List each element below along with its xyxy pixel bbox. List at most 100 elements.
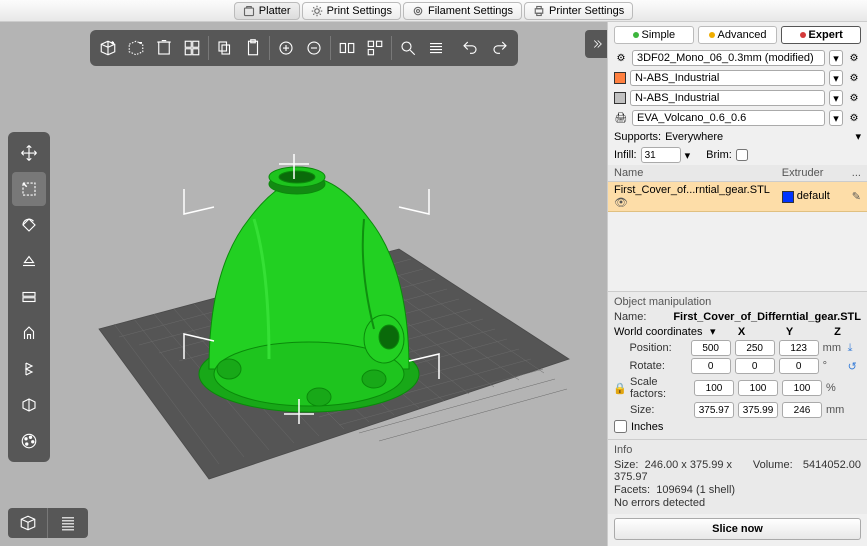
scale-x-input[interactable] <box>694 380 734 396</box>
printer-preset-row: 🖨 EVA_Volcano_0.6_0.6 ▾ ⚙ <box>608 108 867 128</box>
info-panel: Info Size: 246.00 x 375.99 x 375.97 Volu… <box>608 439 867 514</box>
rotate-tool[interactable] <box>12 208 46 242</box>
rotate-label: Rotate: <box>629 360 686 372</box>
dropdown-icon[interactable]: ▾ <box>710 325 716 338</box>
slice-button[interactable]: Slice now <box>614 518 861 540</box>
mode-advanced[interactable]: Advanced <box>698 26 778 44</box>
gear-icon: ⚙ <box>614 51 628 65</box>
mode-selector: Simple Advanced Expert <box>608 22 867 48</box>
dropdown-icon[interactable]: ▾ <box>855 130 861 143</box>
pos-x-input[interactable] <box>691 340 731 356</box>
layers-button[interactable] <box>422 34 450 62</box>
mode-simple[interactable]: Simple <box>614 26 694 44</box>
gear-icon[interactable]: ⚙ <box>847 51 861 65</box>
filament1-preset-select[interactable]: N-ABS_Industrial <box>630 70 825 86</box>
instance-add-button[interactable] <box>272 34 300 62</box>
mmu-paint-tool[interactable] <box>12 388 46 422</box>
info-volume-value: 5414052.00 <box>803 459 861 483</box>
infill-label: Infill: <box>614 149 637 161</box>
toolbar-top <box>90 30 518 66</box>
brim-checkbox[interactable] <box>736 149 748 161</box>
paste-button[interactable] <box>239 34 267 62</box>
rot-x-input[interactable] <box>691 358 731 374</box>
x-header: X <box>720 326 764 338</box>
info-volume-label: Volume: <box>753 459 803 483</box>
col-edit[interactable]: ... <box>846 165 867 182</box>
drop-to-bed-icon[interactable]: ⤓ <box>848 342 861 355</box>
gear-icon[interactable]: ⚙ <box>847 111 861 125</box>
size-z-input[interactable] <box>782 402 822 418</box>
name-value: First_Cover_of_Differntial_gear.STL <box>673 311 861 323</box>
color-tool[interactable] <box>12 424 46 458</box>
delete-button[interactable] <box>122 34 150 62</box>
move-tool[interactable] <box>12 136 46 170</box>
dropdown-icon[interactable]: ▾ <box>685 149 691 162</box>
filament2-preset-row: N-ABS_Industrial ▾ ⚙ <box>608 88 867 108</box>
col-extruder[interactable]: Extruder <box>776 165 846 182</box>
supports-label: Supports: <box>614 131 661 143</box>
lock-icon[interactable]: 🔒 <box>614 382 626 395</box>
add-button[interactable] <box>94 34 122 62</box>
extruder-name: default <box>797 190 830 202</box>
tab-print-settings[interactable]: Print Settings <box>302 2 401 20</box>
instance-remove-button[interactable] <box>300 34 328 62</box>
tab-label: Print Settings <box>327 5 392 17</box>
print-preset-select[interactable]: 3DF02_Mono_06_0.3mm (modified) <box>632 50 825 66</box>
size-y-input[interactable] <box>738 402 778 418</box>
edit-icon[interactable]: ✎ <box>846 182 867 212</box>
inches-label: Inches <box>631 421 663 433</box>
supports-select[interactable]: Everywhere <box>665 131 851 143</box>
dropdown-icon[interactable]: ▾ <box>829 70 843 86</box>
tab-platter[interactable]: Platter <box>234 2 300 20</box>
col-name[interactable]: Name <box>608 165 776 182</box>
collapse-sidebar-button[interactable] <box>585 30 607 58</box>
tab-printer-settings[interactable]: Printer Settings <box>524 2 633 20</box>
object-name: First_Cover_of...rntial_gear.STL <box>614 184 770 196</box>
support-paint-tool[interactable] <box>12 316 46 350</box>
visibility-icon[interactable]: 👁 <box>614 197 628 209</box>
pos-y-input[interactable] <box>735 340 775 356</box>
filament2-preset-select[interactable]: N-ABS_Industrial <box>630 90 825 106</box>
delete-all-button[interactable] <box>150 34 178 62</box>
gear-icon[interactable]: ⚙ <box>847 91 861 105</box>
extruder-swatch[interactable] <box>782 191 794 203</box>
tab-filament-settings[interactable]: Filament Settings <box>403 2 522 20</box>
mode-expert[interactable]: Expert <box>781 26 861 44</box>
inches-checkbox[interactable] <box>614 420 627 433</box>
coord-mode-select[interactable]: World coordinates <box>614 326 706 338</box>
printer-preset-select[interactable]: EVA_Volcano_0.6_0.6 <box>632 110 825 126</box>
scale-z-input[interactable] <box>782 380 822 396</box>
gear-icon[interactable]: ⚙ <box>847 71 861 85</box>
size-x-input[interactable] <box>694 402 734 418</box>
search-button[interactable] <box>394 34 422 62</box>
scale-label: Scale factors: <box>630 376 690 400</box>
dropdown-icon[interactable]: ▾ <box>829 50 843 66</box>
arrange-button[interactable] <box>178 34 206 62</box>
split-objects-button[interactable] <box>333 34 361 62</box>
view-3d-button[interactable] <box>8 508 48 538</box>
rot-y-input[interactable] <box>735 358 775 374</box>
scale-tool[interactable] <box>12 172 46 206</box>
view-preview-button[interactable] <box>48 508 88 538</box>
table-row[interactable]: First_Cover_of...rntial_gear.STL 👁 defau… <box>608 182 867 212</box>
redo-button[interactable] <box>486 34 514 62</box>
split-parts-button[interactable] <box>361 34 389 62</box>
seam-paint-tool[interactable] <box>12 352 46 386</box>
copy-button[interactable] <box>211 34 239 62</box>
cut-tool[interactable] <box>12 280 46 314</box>
reset-rotation-icon[interactable]: ↺ <box>848 360 861 373</box>
dropdown-icon[interactable]: ▾ <box>829 110 843 126</box>
filament-swatch[interactable] <box>614 92 626 104</box>
panel-title: Info <box>614 444 861 456</box>
scale-y-input[interactable] <box>738 380 778 396</box>
object-table: Name Extruder ... First_Cover_of...rntia… <box>608 165 867 212</box>
filament-swatch[interactable] <box>614 72 626 84</box>
viewport-3d[interactable] <box>0 22 607 546</box>
dropdown-icon[interactable]: ▾ <box>829 90 843 106</box>
undo-button[interactable] <box>456 34 484 62</box>
place-on-face-tool[interactable] <box>12 244 46 278</box>
pos-z-input[interactable] <box>779 340 819 356</box>
rot-z-input[interactable] <box>779 358 819 374</box>
scale-unit: % <box>826 382 848 394</box>
infill-input[interactable] <box>641 147 681 163</box>
